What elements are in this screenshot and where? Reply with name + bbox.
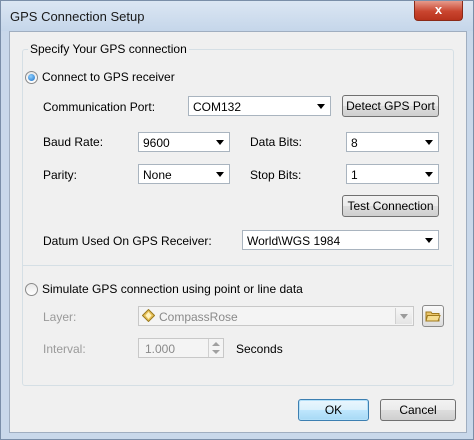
section-divider [22, 265, 452, 266]
datum-label: Datum Used On GPS Receiver: [43, 234, 212, 248]
communication-port-value: COM132 [193, 100, 242, 114]
chevron-down-icon [425, 172, 433, 177]
baud-rate-value: 9600 [143, 136, 170, 150]
detect-gps-port-button[interactable]: Detect GPS Port [342, 95, 439, 117]
cancel-button[interactable]: Cancel [380, 399, 456, 421]
baud-rate-select[interactable]: 9600 [138, 132, 230, 152]
test-connection-button[interactable]: Test Connection [342, 195, 439, 217]
data-bits-select[interactable]: 8 [346, 132, 439, 152]
close-button[interactable]: x [414, 1, 463, 21]
connect-radio[interactable] [25, 71, 38, 84]
chevron-down-icon [216, 140, 224, 145]
datum-value: World\WGS 1984 [247, 234, 341, 248]
dialog-client-area: Specify Your GPS connection Connect to G… [9, 31, 467, 433]
open-folder-icon [425, 311, 441, 322]
spin-down-icon[interactable] [212, 350, 220, 354]
stop-bits-select[interactable]: 1 [346, 164, 439, 184]
browse-layer-button[interactable] [422, 305, 444, 327]
interval-label: Interval: [43, 342, 86, 356]
baud-rate-label: Baud Rate: [43, 135, 104, 149]
group-legend: Specify Your GPS connection [28, 42, 189, 56]
ok-button[interactable]: OK [298, 399, 369, 421]
gps-connection-dialog: GPS Connection Setup x Specify Your GPS … [0, 0, 474, 440]
simulate-radio[interactable] [25, 283, 38, 296]
simulate-radio-label[interactable]: Simulate GPS connection using point or l… [42, 282, 303, 296]
chevron-down-icon [216, 172, 224, 177]
data-bits-label: Data Bits: [250, 135, 303, 149]
chevron-down-icon [317, 104, 325, 109]
title-bar[interactable]: GPS Connection Setup x [1, 1, 473, 31]
stop-bits-value: 1 [351, 168, 358, 182]
window-title: GPS Connection Setup [10, 9, 145, 24]
interval-value: 1.000 [145, 342, 176, 356]
parity-select[interactable]: None [138, 164, 230, 184]
spin-up-icon[interactable] [212, 342, 220, 346]
datum-select[interactable]: World\WGS 1984 [242, 230, 439, 250]
interval-unit: Seconds [236, 342, 283, 356]
data-bits-value: 8 [351, 136, 358, 150]
layer-label: Layer: [43, 310, 77, 324]
stop-bits-label: Stop Bits: [250, 168, 302, 182]
point-layer-icon [142, 309, 155, 322]
spinner-buttons[interactable] [208, 339, 223, 357]
parity-label: Parity: [43, 168, 78, 182]
interval-spinner[interactable]: 1.000 [138, 338, 224, 358]
chevron-down-icon [400, 314, 408, 319]
layer-value: CompassRose [159, 310, 238, 324]
communication-port-label: Communication Port: [43, 100, 156, 114]
parity-value: None [143, 168, 172, 182]
communication-port-select[interactable]: COM132 [188, 96, 331, 116]
chevron-down-icon [425, 238, 433, 243]
layer-select[interactable]: CompassRose [138, 306, 414, 326]
connect-radio-label[interactable]: Connect to GPS receiver [42, 70, 175, 84]
chevron-down-icon [425, 140, 433, 145]
